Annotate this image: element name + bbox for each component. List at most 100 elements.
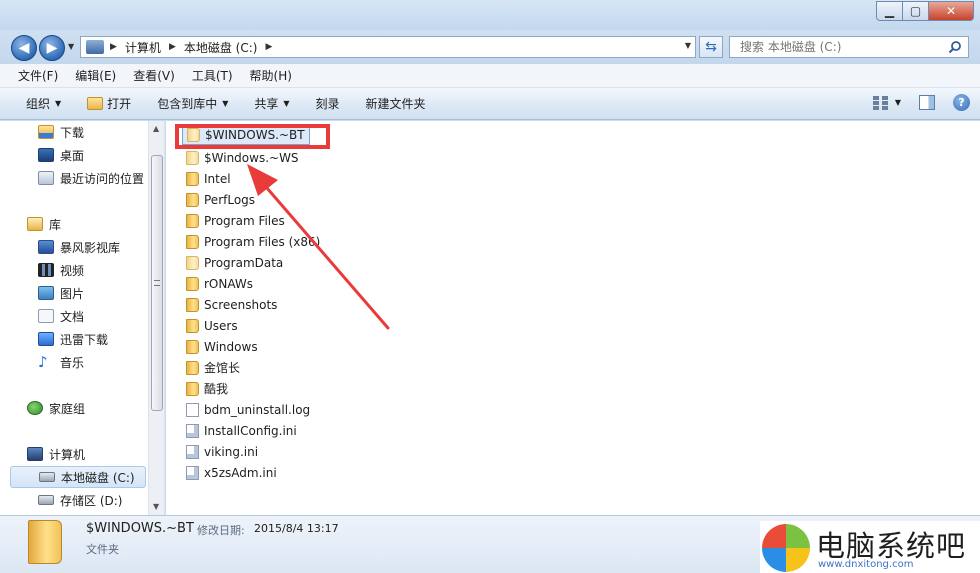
folder-open-icon bbox=[87, 97, 104, 110]
burn-button[interactable]: 刻录 bbox=[316, 95, 340, 112]
sidebar-item-videos[interactable]: 视频 bbox=[38, 259, 84, 281]
file-name: 酷我 bbox=[204, 382, 229, 396]
sidebar-item-documents[interactable]: 文档 bbox=[38, 305, 84, 327]
file-row[interactable]: viking.ini bbox=[182, 441, 262, 462]
chevron-right-icon[interactable]: ▶ bbox=[110, 42, 117, 52]
arrow-left-icon: ◀ bbox=[18, 40, 30, 56]
navigation-row: ◀ ▶ ▼ ▶ 计算机 ▶ 本地磁盘 (C:) ▶ ▼ ⇆ bbox=[0, 30, 980, 64]
organize-label: 组织 bbox=[26, 97, 51, 111]
new-folder-button[interactable]: 新建文件夹 bbox=[366, 95, 426, 112]
folder-icon bbox=[186, 297, 199, 312]
file-name: viking.ini bbox=[204, 444, 259, 459]
desktop-icon bbox=[38, 148, 54, 162]
file-row[interactable]: Intel bbox=[182, 168, 235, 189]
share-label: 共享 bbox=[254, 97, 279, 111]
sidebar-item-label: 迅雷下载 bbox=[60, 332, 109, 347]
sidebar-item-local-disk-c[interactable]: 本地磁盘 (C:) bbox=[10, 466, 146, 488]
folder-icon bbox=[186, 255, 199, 270]
folder-icon bbox=[186, 213, 199, 228]
sidebar-item-label: 桌面 bbox=[60, 148, 85, 163]
sidebar-item-label: 库 bbox=[49, 217, 62, 232]
file-name: InstallConfig.ini bbox=[204, 423, 297, 438]
sidebar-item-label: 最近访问的位置 bbox=[60, 171, 145, 186]
chevron-right-icon[interactable]: ▶ bbox=[169, 42, 176, 52]
sidebar-item-libraries[interactable]: 库 bbox=[27, 213, 61, 235]
folder-icon bbox=[186, 192, 199, 207]
music-note-icon: ♪ bbox=[38, 353, 48, 371]
breadcrumb-local-disk[interactable]: 本地磁盘 (C:) bbox=[184, 39, 258, 56]
highlight-box bbox=[175, 124, 330, 149]
windows-logo-icon bbox=[762, 524, 810, 572]
menu-tools[interactable]: 工具(T) bbox=[192, 67, 233, 84]
search-box[interactable] bbox=[729, 36, 969, 58]
grip-icon bbox=[154, 280, 160, 286]
sidebar-item-pictures[interactable]: 图片 bbox=[38, 282, 84, 304]
sidebar-item-label: 文档 bbox=[60, 309, 85, 324]
sidebar-item-storage-d[interactable]: 存储区 (D:) bbox=[38, 489, 122, 511]
sidebar-item-music[interactable]: ♪ 音乐 bbox=[38, 351, 84, 373]
share-button[interactable]: 共享 ▼ bbox=[254, 95, 289, 112]
close-button[interactable]: ✕ bbox=[929, 1, 974, 21]
preview-pane-icon[interactable] bbox=[919, 95, 935, 110]
chevron-down-icon[interactable]: ▼ bbox=[895, 98, 901, 107]
organize-button[interactable]: 组织 ▼ bbox=[26, 95, 61, 112]
modified-date-label: 修改日期: bbox=[197, 524, 245, 537]
sidebar-item-homegroup[interactable]: 家庭组 bbox=[27, 397, 85, 419]
file-row[interactable]: Windows bbox=[182, 336, 262, 357]
scroll-down-icon[interactable]: ▼ bbox=[153, 502, 159, 511]
computer-icon bbox=[27, 447, 43, 461]
include-in-library-button[interactable]: 包含到库中 ▼ bbox=[157, 95, 228, 112]
breadcrumb-computer[interactable]: 计算机 bbox=[125, 39, 161, 56]
file-row[interactable]: bdm_uninstall.log bbox=[182, 399, 314, 420]
address-bar[interactable]: ▶ 计算机 ▶ 本地磁盘 (C:) ▶ ▼ bbox=[80, 36, 696, 58]
views-icon[interactable] bbox=[872, 95, 889, 110]
minimize-button[interactable]: ▁ bbox=[876, 1, 903, 21]
folder-icon bbox=[186, 318, 199, 333]
menu-file[interactable]: 文件(F) bbox=[18, 67, 58, 84]
chevron-down-icon: ▼ bbox=[222, 99, 229, 108]
include-label: 包含到库中 bbox=[157, 97, 218, 111]
arrow-right-icon: ▶ bbox=[46, 40, 58, 56]
refresh-button[interactable]: ⇆ bbox=[699, 36, 723, 58]
back-button[interactable]: ◀ bbox=[11, 35, 37, 61]
title-bar: ▁ ▢ ✕ bbox=[0, 0, 980, 30]
folder-icon bbox=[186, 381, 199, 396]
scroll-up-icon[interactable]: ▲ bbox=[153, 124, 159, 133]
sidebar-item-thunder[interactable]: 迅雷下载 bbox=[38, 328, 108, 350]
selected-item-type: 文件夹 bbox=[86, 543, 119, 556]
folder-icon bbox=[186, 339, 199, 354]
sidebar-item-label: 本地磁盘 (C:) bbox=[61, 470, 135, 485]
file-row[interactable]: 酷我 bbox=[182, 378, 232, 399]
forward-button[interactable]: ▶ bbox=[39, 35, 65, 61]
sidebar-item-label: 视频 bbox=[60, 263, 85, 278]
sidebar-item-label: 家庭组 bbox=[49, 401, 86, 416]
command-bar: 组织 ▼ 打开 包含到库中 ▼ 共享 ▼ 刻录 新建文件夹 ▼ ? bbox=[0, 88, 980, 120]
sidebar-item-computer[interactable]: 计算机 bbox=[27, 443, 85, 465]
recent-pages-dropdown[interactable]: ▼ bbox=[68, 42, 74, 51]
search-input[interactable] bbox=[740, 40, 945, 54]
annotation-arrow-icon bbox=[247, 164, 390, 330]
sidebar-item-baofeng[interactable]: 暴风影视库 bbox=[38, 236, 120, 258]
search-icon[interactable] bbox=[948, 40, 962, 54]
sidebar-item-desktop[interactable]: 桌面 bbox=[38, 144, 84, 166]
maximize-button[interactable]: ▢ bbox=[903, 1, 929, 21]
sidebar-item-recent-places[interactable]: 最近访问的位置 bbox=[38, 167, 144, 189]
sidebar-item-label: 音乐 bbox=[60, 355, 85, 370]
file-row[interactable]: InstallConfig.ini bbox=[182, 420, 301, 441]
menu-view[interactable]: 查看(V) bbox=[133, 67, 175, 84]
file-row[interactable]: x5zsAdm.ini bbox=[182, 462, 281, 483]
folder-icon bbox=[186, 360, 199, 375]
modified-date-value: 2015/8/4 13:17 bbox=[254, 522, 339, 535]
chevron-right-icon[interactable]: ▶ bbox=[265, 42, 272, 52]
recent-places-icon bbox=[38, 171, 54, 185]
help-icon[interactable]: ? bbox=[953, 94, 970, 111]
address-history-dropdown[interactable]: ▼ bbox=[685, 41, 691, 50]
sidebar-scrollbar[interactable]: ▲ ▼ bbox=[148, 121, 164, 515]
file-row[interactable]: 金馆长 bbox=[182, 357, 244, 378]
scroll-thumb[interactable] bbox=[151, 155, 163, 411]
menu-help[interactable]: 帮助(H) bbox=[250, 67, 292, 84]
file-name: 金馆长 bbox=[204, 361, 241, 375]
menu-edit[interactable]: 编辑(E) bbox=[75, 67, 116, 84]
open-button[interactable]: 打开 bbox=[87, 95, 131, 112]
sidebar-item-downloads[interactable]: 下载 bbox=[38, 121, 84, 143]
